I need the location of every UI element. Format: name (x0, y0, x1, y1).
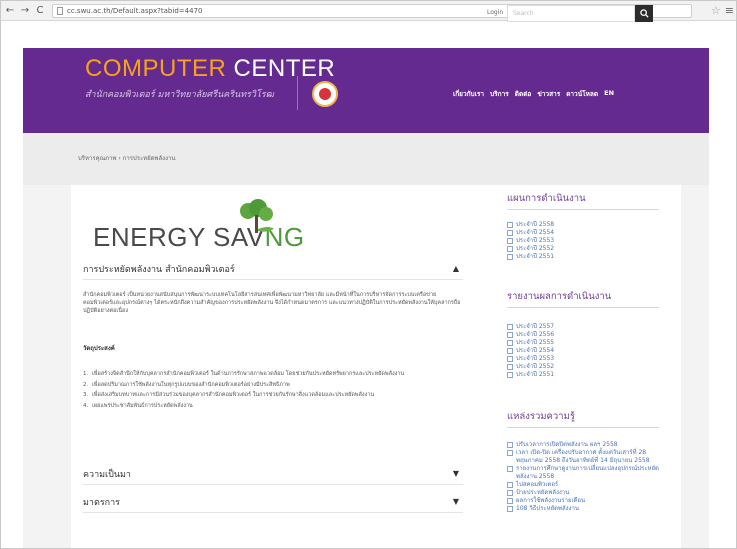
nav-item-contact[interactable]: ติดต่อ (515, 89, 532, 99)
objectives-list: 1. เพื่อสร้างจิตสำนึกให้กับบุคลากรสำนักคอ… (83, 371, 463, 413)
nav-item-news[interactable]: ข่าวสาร (537, 89, 560, 99)
sidebar-link[interactable]: ประจำปี 2551 (507, 371, 667, 379)
sidebar-plans-title: แผนการดำเนินงาน (507, 193, 586, 204)
logo-subtitle: สำนักคอมพิวเตอร์ มหาวิทยาลัยศรีนครินทรวิ… (85, 90, 274, 100)
list-item: 2. เพื่อลดปริมาณการใช้พลังงานในทุกรูปแบบข… (83, 381, 290, 388)
document-icon (507, 324, 513, 330)
sidebar-link[interactable]: ประจำปี 2552 (507, 363, 667, 371)
document-icon (507, 498, 513, 504)
document-icon (507, 466, 513, 472)
logo-word-computer: COMPUTER (85, 55, 227, 82)
document-icon (507, 230, 513, 236)
sidebar-link[interactable]: ประจำปี 2557 (507, 323, 667, 331)
sidebar-plans-list: ประจำปี 2558 ประจำปี 2554 ประจำปี 2553 ป… (507, 221, 667, 261)
document-icon (507, 246, 513, 252)
document-icon (507, 254, 513, 260)
list-item: 4. เผยแพร่ประชาสัมพันธ์การประหยัดพลังงาน (83, 402, 193, 409)
forward-icon[interactable]: → (19, 4, 31, 18)
sidebar-link[interactable]: 108 วิธีประหยัดพลังงาน (507, 505, 667, 513)
document-icon (507, 506, 513, 512)
sidebar-link[interactable]: ประจำปี 2558 (507, 221, 667, 229)
reload-icon[interactable]: C (34, 4, 46, 18)
sidebar-link[interactable]: ประจำปี 2554 (507, 347, 667, 355)
sidebar-link[interactable]: เวลา เปิด-ปิด เครื่องปรับอากาศ ตั้งแต่วั… (507, 449, 667, 465)
accordion-measures[interactable]: มาตรการ ▼ (83, 491, 463, 513)
logo-word-center: CENTER (233, 55, 336, 82)
intro-paragraph: สำนักคอมพิวเตอร์ เป็นหน่วยงานสนับสนุนการ… (83, 292, 461, 314)
nav-item-download[interactable]: ดาวน์โหลด (566, 89, 598, 99)
sidebar-knowledge-title: แหล่งรวมความรู้ (507, 411, 575, 422)
sidebar-link[interactable]: ไปสคอมพิวเตอร์ (507, 481, 667, 489)
search-icon (639, 9, 649, 18)
sidebar-link[interactable]: รายงานการศึกษาดูงานการเปลี่ยนแปลงอุปกรณ์… (507, 465, 667, 481)
sidebar-link[interactable]: ประจำปี 2556 (507, 331, 667, 339)
document-icon (507, 482, 513, 488)
browser-menu-icon[interactable]: ≡ (725, 4, 734, 17)
document-icon (507, 356, 513, 362)
document-icon (507, 348, 513, 354)
divider (507, 209, 659, 210)
accordion-energy-saving[interactable]: การประหยัดพลังงาน สำนักคอมพิวเตอร์ ▲ (83, 258, 463, 280)
objectives-heading: วัตถุประสงค์ (83, 345, 115, 352)
sidebar-link[interactable]: ปรับเวลาการเปิดปิดพลังงาน ผลฯ 2558 (507, 441, 667, 449)
logo-divider (297, 76, 298, 110)
sidebar-reports-list: ประจำปี 2557 ประจำปี 2556 ประจำปี 2555 ป… (507, 323, 667, 379)
divider (507, 427, 659, 428)
document-icon (507, 222, 513, 228)
bookmark-star-icon[interactable]: ☆ (711, 4, 721, 17)
main-nav: เกี่ยวกับเรา บริการ ติดต่อ ข่าวสาร ดาวน์… (453, 89, 614, 99)
document-icon (507, 442, 513, 448)
accordion-title: การประหยัดพลังงาน สำนักคอมพิวเตอร์ (83, 264, 235, 275)
back-icon[interactable]: ← (4, 4, 16, 18)
breadcrumb-item-current: การประหยัดพลังงาน (122, 155, 176, 162)
breadcrumb-item-quality[interactable]: บริหารคุณภาพ (78, 155, 116, 162)
document-icon (507, 490, 513, 496)
list-item: 3. เพื่อส่งเสริมบทบาทและการมีส่วนร่วมของบ… (83, 392, 375, 399)
sidebar-link[interactable]: ผลการใช้พลังงานรายเดือน (507, 497, 667, 505)
chevron-down-icon: ▼ (452, 497, 459, 506)
divider (507, 307, 659, 308)
document-icon (507, 332, 513, 338)
document-icon (507, 450, 513, 456)
breadcrumb-separator: › (118, 155, 121, 162)
sidebar-knowledge-list: ปรับเวลาการเปิดปิดพลังงาน ผลฯ 2558 เวลา … (507, 441, 667, 513)
url-text: cc.swu.ac.th/Default.aspx?tabid=4470 (67, 6, 203, 15)
sidebar-link[interactable]: ประจำปี 2552 (507, 245, 667, 253)
document-icon (507, 364, 513, 370)
accordion-title: มาตรการ (83, 497, 121, 508)
document-icon (507, 238, 513, 244)
nav-item-english[interactable]: EN (604, 89, 614, 99)
tree-leaf-icon (240, 199, 274, 233)
sidebar-reports-title: รายงานผลการดำเนินงาน (507, 291, 612, 302)
chevron-down-icon: ▼ (452, 469, 459, 478)
accordion-background[interactable]: ความเป็นมา ▼ (83, 463, 463, 485)
list-item: 1. เพื่อสร้างจิตสำนึกให้กับบุคลากรสำนักคอ… (83, 371, 405, 377)
sidebar-link[interactable]: ประจำปี 2554 (507, 229, 667, 237)
energy-saving-banner: ENERGY SAVNG (93, 199, 343, 258)
sidebar-link[interactable]: ประจำปี 2555 (507, 339, 667, 347)
document-icon (507, 340, 513, 346)
utility-bar (23, 21, 709, 48)
browser-window: ← → C cc.swu.ac.th/Default.aspx?tabid=44… (0, 0, 737, 549)
sidebar-link[interactable]: ประจำปี 2553 (507, 355, 667, 363)
nav-item-services[interactable]: บริการ (490, 89, 509, 99)
nav-item-about[interactable]: เกี่ยวกับเรา (453, 89, 484, 99)
breadcrumb: บริหารคุณภาพ › การประหยัดพลังงาน (78, 153, 176, 163)
document-icon (507, 372, 513, 378)
search-input[interactable]: Search (507, 5, 635, 22)
accordion-title: ความเป็นมา (83, 469, 131, 480)
login-link[interactable]: Login (487, 9, 503, 16)
sidebar-link[interactable]: ป้ายประหยัดพลังงาน (507, 489, 667, 497)
university-seal-icon (312, 81, 338, 107)
sidebar-link[interactable]: ประจำปี 2551 (507, 253, 667, 261)
search-button[interactable] (635, 5, 653, 22)
page-icon (57, 6, 63, 15)
chevron-up-icon: ▲ (452, 264, 459, 273)
sidebar-link[interactable]: ประจำปี 2553 (507, 237, 667, 245)
